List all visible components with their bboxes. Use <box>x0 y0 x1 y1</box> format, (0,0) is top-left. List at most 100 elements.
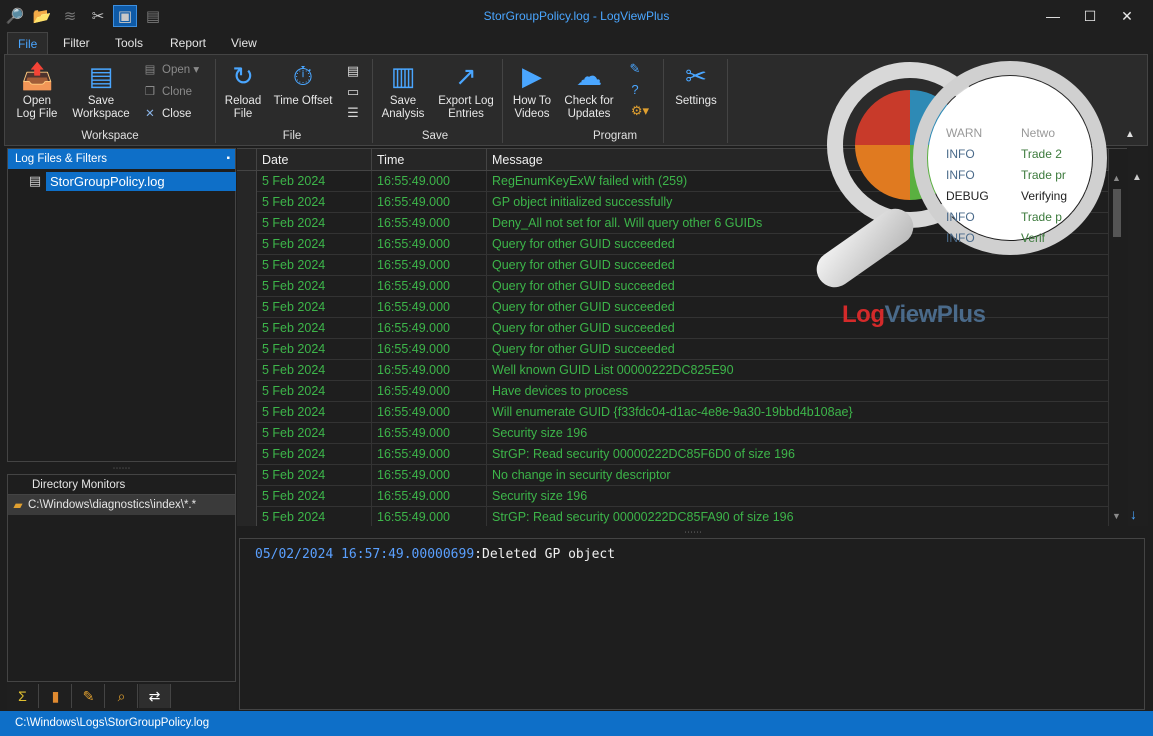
scroll-top-icon[interactable]: ▲ <box>1132 172 1142 183</box>
time-cell: 16:55:49.000 <box>372 486 487 507</box>
tab-view[interactable]: View <box>221 32 267 54</box>
table-row[interactable]: 5 Feb 2024 16:55:49.000 StrGP: Read securi… <box>237 507 1109 526</box>
help-small-icon[interactable]: ? <box>627 82 643 98</box>
tab-file[interactable]: File <box>7 32 49 54</box>
table-row[interactable]: 5 Feb 2024 16:55:49.000 StrGP: Read securi… <box>237 444 1109 465</box>
message-cell: Have devices to process <box>487 381 1109 402</box>
date-cell: 5 Feb 2024 <box>257 507 372 526</box>
row-header[interactable] <box>237 381 257 402</box>
date-cell: 5 Feb 2024 <box>257 171 372 192</box>
row-header[interactable] <box>237 276 257 297</box>
clone-workspace-button[interactable]: ❐ Clone <box>142 83 192 101</box>
clone-icon: ❐ <box>144 86 156 98</box>
row-header[interactable] <box>237 360 257 381</box>
how-to-videos-button[interactable]: ▶ How To Videos <box>507 61 557 121</box>
scroll-to-end-icon[interactable]: ↓ <box>1130 506 1137 522</box>
reload-icon: ↻ <box>232 61 254 91</box>
row-header[interactable] <box>237 255 257 276</box>
save-analysis-label: Save Analysis <box>381 95 425 120</box>
folder-small-icon[interactable]: ▭ <box>345 84 361 100</box>
table-row[interactable]: 5 Feb 2024 16:55:49.000 Security size 196 <box>237 423 1109 444</box>
date-cell: 5 Feb 2024 <box>257 444 372 465</box>
group-label-save: Save <box>421 130 449 142</box>
save-analysis-button[interactable]: ▥ Save Analysis <box>378 61 428 121</box>
swap-icon[interactable]: ⇄ <box>139 684 171 708</box>
maximize-button[interactable]: ☐ <box>1073 0 1107 32</box>
table-row[interactable]: 5 Feb 2024 16:55:49.000 Security size 196 <box>237 486 1109 507</box>
time-cell: 16:55:49.000 <box>372 171 487 192</box>
document-small-icon[interactable]: ▤ <box>345 63 361 79</box>
date-cell: 5 Feb 2024 <box>257 360 372 381</box>
panel-splitter[interactable]: ⋯⋯ <box>7 463 236 473</box>
bookmark-icon[interactable]: ▮ <box>40 684 72 708</box>
column-header-time[interactable]: Time <box>372 149 487 171</box>
row-header[interactable] <box>237 402 257 423</box>
row-header[interactable] <box>237 171 257 192</box>
row-header[interactable] <box>237 234 257 255</box>
settings-icon: ✂ <box>685 61 707 91</box>
open-log-file-button[interactable]: 📤 Open Log File <box>13 61 61 121</box>
theme-dropdown-icon[interactable]: ⚙▾ <box>627 103 653 119</box>
row-header[interactable] <box>237 192 257 213</box>
table-row[interactable]: 5 Feb 2024 16:55:49.000 Have devices to pr… <box>237 381 1109 402</box>
list-small-icon[interactable]: ☰ <box>345 105 361 121</box>
reload-file-button[interactable]: ↻ Reload File <box>221 61 265 121</box>
title-bar: 🔎 📂 ≋ ✂ ▣ ▤ StorGroupPolicy.log - LogVie… <box>0 0 1153 32</box>
pencil-icon[interactable]: ✎ <box>73 684 105 708</box>
column-header-date[interactable]: Date <box>257 149 372 171</box>
row-header[interactable] <box>237 339 257 360</box>
scroll-down-icon[interactable]: ▼ <box>1112 511 1121 521</box>
tab-filter[interactable]: Filter <box>53 32 100 54</box>
close-button[interactable]: ✕ <box>1110 0 1144 32</box>
search-folder-icon[interactable]: ⌕ <box>106 684 138 708</box>
open-workspace-button[interactable]: ▤ Open ▾ <box>142 61 200 79</box>
save-workspace-button[interactable]: ▤ Save Workspace <box>69 61 133 121</box>
time-cell: 16:55:49.000 <box>372 507 487 526</box>
row-header[interactable] <box>237 213 257 234</box>
row-header[interactable] <box>237 318 257 339</box>
date-cell: 5 Feb 2024 <box>257 339 372 360</box>
detail-time: 16:57:49.00000699 <box>341 547 475 562</box>
status-bar: C:\Windows\Logs\StorGroupPolicy.log <box>0 711 1153 736</box>
log-file-item[interactable]: ▤ StorGroupPolicy.log <box>28 171 236 191</box>
export-log-entries-button[interactable]: ↗ Export Log Entries <box>434 61 498 121</box>
table-row[interactable]: 5 Feb 2024 16:55:49.000 No change in secur… <box>237 465 1109 486</box>
row-header[interactable] <box>237 465 257 486</box>
how-to-videos-label: How To Videos <box>512 95 552 120</box>
pin-icon[interactable]: ▪ <box>226 149 230 169</box>
directory-monitors-header: Directory Monitors <box>8 475 235 495</box>
row-header[interactable] <box>237 297 257 318</box>
open-workspace-icon: ▤ <box>144 64 156 76</box>
row-header[interactable] <box>237 507 257 526</box>
group-label-workspace: Workspace <box>81 130 139 142</box>
time-cell: 16:55:49.000 <box>372 318 487 339</box>
table-row[interactable]: 5 Feb 2024 16:55:49.000 Well known GUID Li… <box>237 360 1109 381</box>
settings-label: Settings <box>675 95 717 107</box>
log-files-panel-header: Log Files & Filters ▪ <box>8 149 235 169</box>
date-cell: 5 Feb 2024 <box>257 402 372 423</box>
tab-report[interactable]: Report <box>160 32 216 54</box>
date-cell: 5 Feb 2024 <box>257 465 372 486</box>
export-icon: ↗ <box>455 61 477 91</box>
date-cell: 5 Feb 2024 <box>257 192 372 213</box>
row-header[interactable] <box>237 423 257 444</box>
table-row[interactable]: 5 Feb 2024 16:55:49.000 Query for other GU… <box>237 339 1109 360</box>
minimize-button[interactable]: — <box>1036 0 1070 32</box>
large-lens-handle <box>816 208 914 288</box>
table-row[interactable]: 5 Feb 2024 16:55:49.000 Will enumerate GUI… <box>237 402 1109 423</box>
row-header[interactable] <box>237 486 257 507</box>
sigma-icon[interactable]: Σ <box>7 684 39 708</box>
date-cell: 5 Feb 2024 <box>257 381 372 402</box>
directory-monitor-item[interactable]: ▰ C:\Windows\diagnostics\index\*.* <box>8 495 235 515</box>
check-for-updates-label: Check for Updates <box>564 95 614 120</box>
check-for-updates-button[interactable]: ☁ Check for Updates <box>561 61 617 121</box>
settings-button[interactable]: ✂ Settings <box>671 61 721 108</box>
date-cell: 5 Feb 2024 <box>257 318 372 339</box>
detail-splitter[interactable]: ⋯⋯ <box>238 527 1148 537</box>
row-header[interactable] <box>237 444 257 465</box>
time-offset-button[interactable]: ⏱ Time Offset <box>269 61 337 108</box>
open-workspace-label: Open <box>162 64 191 76</box>
tab-tools[interactable]: Tools <box>105 32 153 54</box>
close-workspace-button[interactable]: ✕ Close <box>142 105 191 123</box>
user-small-icon[interactable]: ✎ <box>627 61 643 77</box>
